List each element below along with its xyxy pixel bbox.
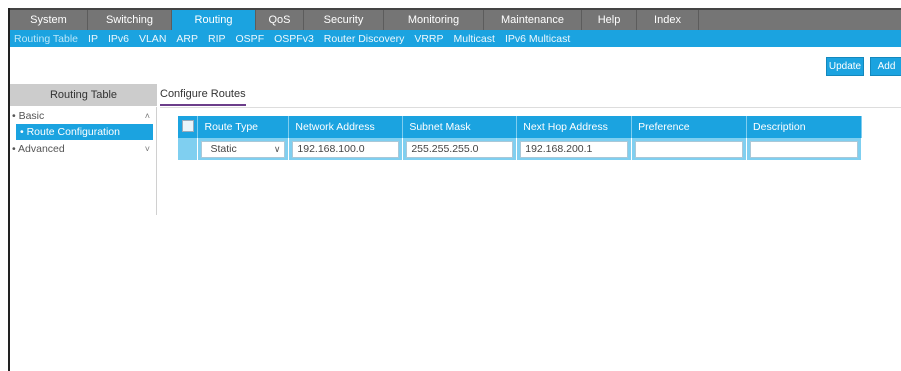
tab-divider [160, 107, 901, 108]
network-address-input[interactable]: 192.168.100.0 [292, 140, 400, 158]
sidebar-item-route-configuration[interactable]: • Route Configuration [16, 124, 153, 140]
chevron-up-icon[interactable]: ˄ [145, 111, 150, 121]
add-button[interactable]: Add [870, 57, 901, 76]
subnav-arp[interactable]: ARP [176, 33, 198, 45]
nav-security[interactable]: Security [304, 10, 384, 30]
header-route-type: Route Type [197, 116, 290, 138]
subnav-routing-table[interactable]: Routing Table [14, 33, 78, 45]
nav-system[interactable]: System [10, 10, 88, 30]
network-address-cell: 192.168.100.0 [288, 138, 404, 160]
nav-maintenance[interactable]: Maintenance [484, 10, 582, 30]
top-navigation: System Switching Routing QoS Security Mo… [10, 8, 901, 30]
table-header-row: Route Type Network Address Subnet Mask N… [178, 116, 862, 138]
preference-input[interactable] [635, 140, 744, 158]
preference-cell [631, 138, 748, 160]
subnet-mask-input[interactable]: 255.255.255.0 [406, 140, 514, 158]
header-network-address: Network Address [288, 116, 404, 138]
dropdown-arrow-icon: ∨ [273, 143, 281, 154]
header-description: Description [746, 116, 862, 138]
sidebar-header: Routing Table [10, 84, 157, 106]
header-next-hop-address: Next Hop Address [516, 116, 633, 138]
subnav-ospfv3[interactable]: OSPFv3 [274, 33, 314, 45]
nav-help[interactable]: Help [582, 10, 637, 30]
app-frame: System Switching Routing QoS Security Mo… [8, 8, 901, 371]
sidebar-item-basic[interactable]: • Basic ˄ [10, 107, 156, 124]
subnav-vrrp[interactable]: VRRP [414, 33, 443, 45]
subnav-ipv6-multicast[interactable]: IPv6 Multicast [505, 33, 570, 45]
sidebar-item-label: • Basic [12, 109, 45, 122]
subnav-vlan[interactable]: VLAN [139, 33, 166, 45]
header-subnet-mask: Subnet Mask [402, 116, 518, 138]
subnav-ipv6[interactable]: IPv6 [108, 33, 129, 45]
chevron-down-icon[interactable]: ˅ [145, 144, 150, 154]
sidebar: • Basic ˄ • Route Configuration • Advanc… [10, 107, 157, 215]
subnav-multicast[interactable]: Multicast [454, 33, 495, 45]
description-input[interactable] [750, 140, 858, 158]
select-all-checkbox[interactable] [182, 119, 194, 132]
description-cell [746, 138, 862, 160]
route-type-cell: Static ∨ [197, 138, 290, 160]
sidebar-item-label: • Route Configuration [20, 126, 120, 138]
nav-switching[interactable]: Switching [88, 10, 172, 30]
route-type-select[interactable]: Static ∨ [201, 140, 286, 158]
subnav-ip[interactable]: IP [88, 33, 98, 45]
next-hop-cell: 192.168.200.1 [516, 138, 633, 160]
tab-configure-routes[interactable]: Configure Routes [160, 88, 246, 106]
update-button[interactable]: Update [826, 57, 864, 76]
subnet-mask-cell: 255.255.255.0 [402, 138, 518, 160]
routes-table: Route Type Network Address Subnet Mask N… [178, 116, 862, 160]
route-type-value: Static [210, 143, 237, 155]
sidebar-item-label: • Advanced [12, 142, 65, 155]
next-hop-address-input[interactable]: 192.168.200.1 [520, 140, 629, 158]
subnav-ospf[interactable]: OSPF [236, 33, 265, 45]
sub-navigation: Routing Table IP IPv6 VLAN ARP RIP OSPF … [10, 30, 901, 47]
table-row: Static ∨ 192.168.100.0 255.255.255.0 192… [178, 138, 862, 160]
row-checkbox-cell [178, 138, 199, 160]
subnav-rip[interactable]: RIP [208, 33, 226, 45]
select-all-cell [178, 116, 199, 138]
nav-index[interactable]: Index [637, 10, 699, 30]
nav-routing[interactable]: Routing [172, 10, 256, 30]
sidebar-item-advanced[interactable]: • Advanced ˅ [10, 140, 156, 157]
subnav-router-discovery[interactable]: Router Discovery [324, 33, 405, 45]
nav-qos[interactable]: QoS [256, 10, 304, 30]
nav-monitoring[interactable]: Monitoring [384, 10, 484, 30]
header-preference: Preference [631, 116, 748, 138]
